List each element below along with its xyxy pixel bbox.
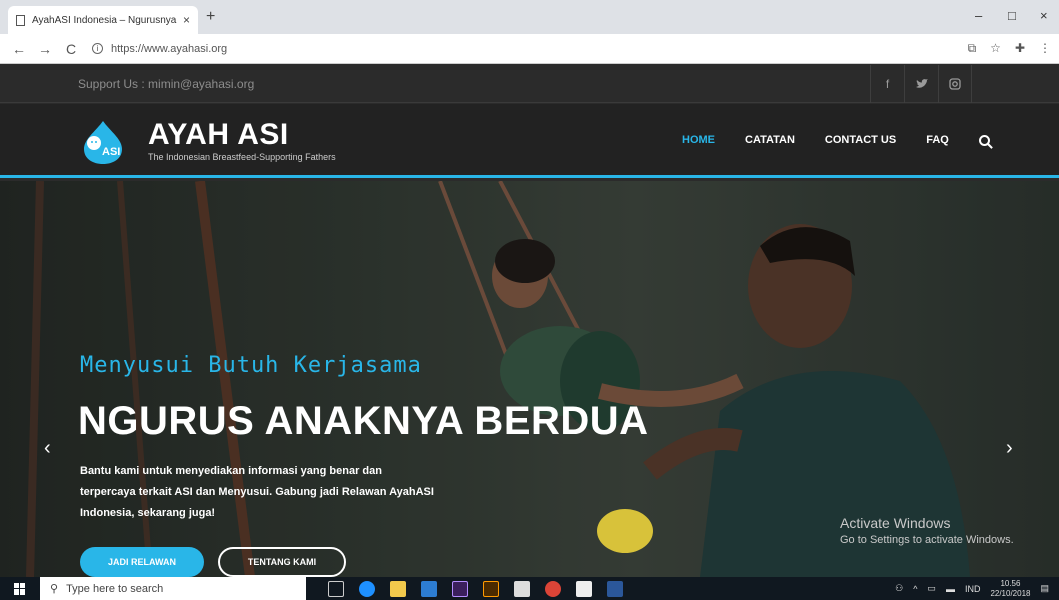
svg-text:ASI: ASI	[102, 146, 120, 158]
brand-name[interactable]: AYAH ASI	[148, 118, 289, 152]
file-explorer-icon[interactable]	[390, 580, 406, 597]
main-nav: HOME CATATAN CONTACT US FAQ	[682, 134, 990, 146]
forward-icon[interactable]: →	[38, 41, 52, 57]
hero-headline: NGURUS ANAKNYA BERDUA	[78, 399, 649, 443]
tentang-kami-button[interactable]: TENTANG KAMI	[218, 547, 346, 577]
search-icon: ⚲	[50, 583, 59, 595]
hero-slider: Menyusui Butuh Kerjasama NGURUS ANAKNYA …	[0, 181, 1059, 577]
ayahasi-logo-icon[interactable]: ASI	[80, 119, 126, 165]
clock-time: 10.56	[1000, 578, 1021, 588]
menu-dots-icon[interactable]: ⋮	[1039, 41, 1051, 56]
network-icon[interactable]: ▭	[927, 583, 936, 594]
site-header: ASI AYAH ASI The Indonesian Breastfeed-S…	[0, 104, 1059, 178]
activate-windows-watermark: Activate Windows Go to Settings to activ…	[840, 515, 1014, 546]
edge-icon[interactable]	[359, 580, 375, 597]
page-icon	[16, 14, 25, 26]
hero-description: Bantu kami untuk menyediakan informasi y…	[80, 465, 434, 519]
system-tray: ⚇ ^ ▭ ▬ IND 10.56 22/10/2018 ▤	[895, 577, 1049, 600]
facebook-icon[interactable]: f	[870, 65, 904, 103]
taskbar-search-placeholder: Type here to search	[66, 582, 164, 595]
taskbar-clock[interactable]: 10.56 22/10/2018	[990, 579, 1030, 599]
clock-date: 22/10/2018	[990, 588, 1031, 598]
instagram-icon[interactable]	[938, 65, 972, 103]
activate-windows-title: Activate Windows	[840, 515, 951, 531]
nav-catatan[interactable]: CATATAN	[745, 134, 795, 146]
reload-icon[interactable]: C	[64, 41, 78, 57]
taskbar-search-input[interactable]: ⚲ Type here to search	[40, 577, 306, 600]
chrome-icon[interactable]	[545, 580, 561, 597]
tray-chevron-icon[interactable]: ^	[913, 584, 917, 594]
activate-windows-hint: Go to Settings to activate Windows.	[840, 534, 1014, 546]
maximize-button[interactable]: □	[1008, 8, 1016, 23]
nav-faq[interactable]: FAQ	[926, 134, 949, 146]
back-icon[interactable]: ←	[12, 41, 26, 57]
bookmark-star-icon[interactable]: ☆	[990, 41, 1001, 56]
windows-taskbar: ⚲ Type here to search ⚇ ^ ▭ ▬ IND 10.56 …	[0, 577, 1059, 600]
new-tab-button[interactable]: +	[206, 8, 215, 26]
translate-icon[interactable]: ⧉	[968, 41, 977, 56]
notification-icon[interactable]: ▤	[1040, 583, 1049, 594]
word-icon[interactable]	[607, 580, 623, 597]
tab-title: AyahASI Indonesia – Ngurusnya	[32, 14, 177, 26]
support-email[interactable]: Support Us : mimin@ayahasi.org	[78, 77, 254, 91]
close-window-button[interactable]: ×	[1040, 8, 1048, 23]
social-links: f	[870, 65, 972, 103]
browser-tab[interactable]: AyahASI Indonesia – Ngurusnya ×	[8, 6, 198, 34]
tab-close-icon[interactable]: ×	[183, 13, 190, 27]
browser-tab-bar: AyahASI Indonesia – Ngurusnya × + – □ ×	[0, 0, 1059, 34]
prev-slide-icon[interactable]: ‹	[44, 437, 51, 460]
premiere-icon[interactable]	[452, 580, 468, 597]
battery-icon[interactable]: ▬	[946, 584, 955, 594]
nav-contact-us[interactable]: CONTACT US	[825, 134, 896, 146]
twitter-icon[interactable]	[904, 65, 938, 103]
illustrator-icon[interactable]	[483, 580, 499, 597]
site-topbar: Support Us : mimin@ayahasi.org f	[0, 65, 1059, 103]
nav-home[interactable]: HOME	[682, 134, 715, 146]
brand-tagline: The Indonesian Breastfeed-Supporting Fat…	[148, 152, 336, 162]
site-info-icon[interactable]: i	[92, 43, 103, 54]
steam-icon[interactable]	[514, 580, 530, 597]
language-indicator[interactable]: IND	[965, 584, 981, 594]
url-text: https://www.ayahasi.org	[111, 42, 228, 55]
store-app-icon[interactable]	[421, 580, 437, 597]
task-view-icon[interactable]	[328, 580, 344, 597]
url-field[interactable]: i https://www.ayahasi.org	[92, 43, 227, 55]
extension-icon[interactable]: ✚	[1015, 41, 1025, 56]
jadi-relawan-button[interactable]: JADI RELAWAN	[80, 547, 204, 577]
people-icon[interactable]: ⚇	[895, 583, 903, 594]
next-slide-icon[interactable]: ›	[1006, 437, 1013, 460]
minimize-button[interactable]: –	[975, 8, 982, 23]
search-icon[interactable]	[978, 134, 990, 146]
windows-start-icon[interactable]	[14, 582, 26, 595]
microsoft-store-icon[interactable]	[576, 580, 592, 597]
hero-subtitle: Menyusui Butuh Kerjasama	[80, 353, 422, 378]
address-bar: ← → C i https://www.ayahasi.org ⧉ ☆ ✚ ⋮	[0, 34, 1059, 64]
